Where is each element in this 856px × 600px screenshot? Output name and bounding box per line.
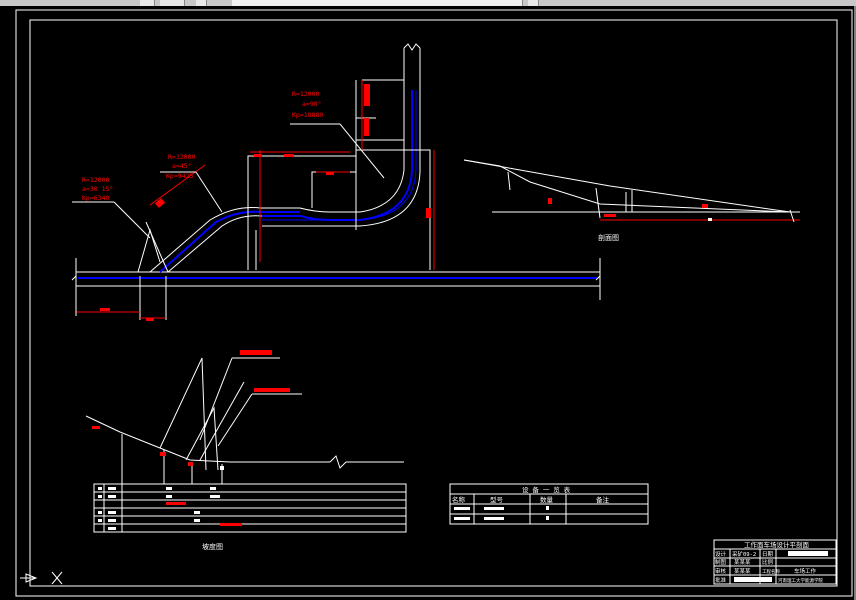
- cad-canvas[interactable]: R=12000 a=90° Kp=18880 R=12000 a=45° Kp=…: [0, 0, 856, 600]
- title-block-title: 工作面车场设计平剖面: [744, 540, 810, 549]
- equipment-header-qty: 数量: [540, 495, 554, 504]
- curve3-a: a=30 15°: [82, 185, 113, 193]
- slope-view: [85, 350, 407, 533]
- tb-r0c0: 设计: [715, 550, 727, 558]
- plan-view: [71, 43, 601, 321]
- slope-view-label: 坡度图: [202, 542, 223, 551]
- tb-r2c0: 审核: [715, 567, 727, 575]
- curve2-r: R=12000: [168, 153, 195, 161]
- equipment-header-model: 型号: [490, 495, 504, 504]
- curve1-a: a=90°: [302, 100, 322, 108]
- tb-r2c1: 某某某: [734, 568, 751, 575]
- curve1-r: R=12000: [292, 90, 319, 98]
- curve2-kp: Kp=9425: [166, 172, 193, 180]
- tb-r3c3: 河南理工大学能源学院: [778, 577, 823, 584]
- curve-annotations: R=12000 a=90° Kp=18880 R=12000 a=45° Kp=…: [82, 90, 323, 202]
- tb-r1c2: 比例: [762, 558, 774, 566]
- section-view-label: 剖面图: [598, 233, 619, 242]
- curve2-a: a=45°: [172, 162, 192, 170]
- tb-r1c1: 某某某: [734, 559, 751, 566]
- ucs-icon: [20, 571, 63, 585]
- tb-r0c1: 采矿09-2: [732, 550, 756, 558]
- equipment-header-remark: 备注: [596, 495, 610, 504]
- tb-r1c0: 制图: [715, 558, 727, 566]
- equipment-table-title: 设 备 一 览 表: [522, 485, 571, 494]
- tb-r2c3: 车场工作: [794, 567, 817, 575]
- curve1-kp: Kp=18880: [292, 111, 323, 119]
- equipment-header-name: 名称: [452, 495, 466, 504]
- tb-r3c0: 批准: [715, 576, 727, 584]
- curve3-r: R=12000: [82, 176, 109, 184]
- tb-r2c2: 工程名称: [762, 568, 780, 575]
- tb-r0c2: 日期: [762, 551, 774, 558]
- section-view: [463, 159, 800, 223]
- curve3-kp: Kp=6340: [82, 194, 109, 202]
- inner-frame: [29, 19, 838, 587]
